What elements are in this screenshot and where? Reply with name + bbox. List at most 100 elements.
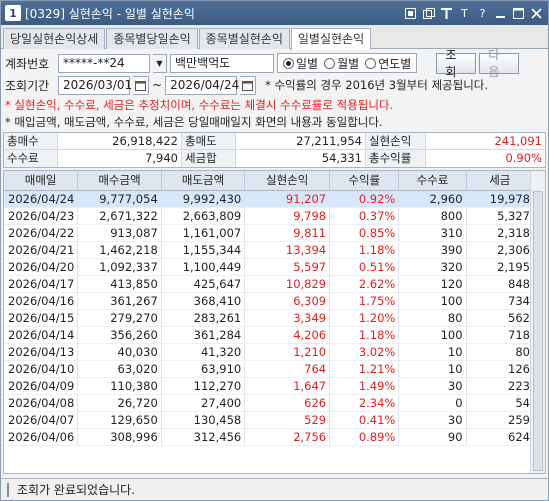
cell-tax: 624 [466, 428, 535, 446]
realized-label: 실현손익 [366, 133, 426, 149]
col-trade-date[interactable]: 매매일 [4, 171, 79, 191]
cell-buy: 413,850 [77, 275, 162, 293]
radio-yearly[interactable]: 연도별 [365, 55, 411, 72]
col-fee[interactable]: 수수료 [398, 171, 467, 191]
tab-daily-detail[interactable]: 당일실현손익상세 [3, 28, 106, 49]
cell-return: 3.02% [329, 343, 400, 361]
cell-return: 0.51% [329, 258, 400, 276]
cell-date: 2026/04/07 [4, 411, 79, 429]
note-row-1: * 실현손익, 수수료, 세금은 추정치이며, 수수료는 체결시 수수료률로 적… [1, 96, 548, 113]
table-row[interactable]: 2026/04/07 129,650 130,458 529 0.41% 30 259 [4, 411, 535, 429]
note-row-2: * 매입금액, 매도금액, 수수료, 세금은 당일매매일지 화면의 내용과 동일… [1, 113, 548, 130]
account-input[interactable]: *****-**24 [58, 53, 150, 73]
tab-stock-daily[interactable]: 종목별당일손익 [106, 28, 198, 49]
cell-realized: 1,210 [244, 343, 331, 361]
col-tax[interactable]: 세금 [466, 171, 535, 191]
cell-date: 2026/04/08 [4, 394, 79, 412]
cell-realized: 9,811 [244, 224, 331, 242]
table-row[interactable]: 2026/04/10 63,020 63,910 764 1.21% 10 126 [4, 360, 535, 378]
date-separator: ~ [152, 78, 163, 92]
close-icon[interactable] [529, 6, 544, 21]
help-icon[interactable]: ? [475, 6, 490, 21]
cell-tax: 19,978 [466, 190, 535, 208]
cell-sell: 130,458 [161, 411, 246, 429]
vertical-scrollbar[interactable] [530, 171, 545, 473]
minimize-icon[interactable] [493, 6, 508, 21]
table-row[interactable]: 2026/04/23 2,671,322 2,663,809 9,798 0.37% 80… [4, 207, 535, 225]
col-return[interactable]: 수익률 [329, 171, 400, 191]
cell-realized: 5,597 [244, 258, 331, 276]
cell-fee: 100 [398, 326, 467, 344]
cell-realized: 1,647 [244, 377, 331, 395]
cell-return: 1.18% [329, 241, 400, 259]
account-row: 계좌번호 *****-**24 ▼ 백만백억도 일별 월별 연도별 조회 다음 [1, 48, 548, 79]
cell-sell: 27,400 [161, 394, 246, 412]
cell-buy: 9,777,054 [77, 190, 162, 208]
scrollbar-thumb[interactable] [533, 191, 543, 471]
table-row[interactable]: 2026/04/17 413,850 425,647 10,829 2.62% 120 84… [4, 275, 535, 293]
table-row[interactable]: 2026/04/20 1,092,337 1,100,449 5,597 0.51% 32… [4, 258, 535, 276]
table-row[interactable]: 2026/04/09 110,380 112,270 1,647 1.49% 30 223 [4, 377, 535, 395]
cell-buy: 308,996 [77, 428, 162, 446]
table-row[interactable]: 2026/04/15 279,270 283,261 3,349 1.20% 80 562 [4, 309, 535, 327]
cell-date: 2026/04/17 [4, 275, 79, 293]
table-row[interactable]: 2026/04/13 40,030 41,320 1,210 3.02% 10 80 [4, 343, 535, 361]
col-realized[interactable]: 실현손익 [244, 171, 331, 191]
radio-monthly[interactable]: 월별 [324, 55, 359, 72]
table-row[interactable]: 2026/04/14 356,260 361,284 4,206 1.18% 100 718 [4, 326, 535, 344]
daily-realized-table[interactable]: 매매일 매수금액 매도금액 실현손익 수익률 수수료 세금 2026/04/24… [3, 170, 546, 474]
table-row[interactable]: 2026/04/16 361,267 368,410 6,309 1.75% 100 734 [4, 292, 535, 310]
table-row[interactable]: 2026/04/24 9,777,054 9,992,430 91,207 0.92% 2… [4, 190, 535, 208]
title-bar[interactable]: 1 [0329] 실현손익 - 일별 실현손익 T ? [1, 1, 548, 25]
cell-tax: 562 [466, 309, 535, 327]
copy-icon[interactable] [421, 6, 436, 21]
cell-realized: 2,756 [244, 428, 331, 446]
cell-return: 0.92% [329, 190, 400, 208]
status-bar: 조회가 완료되었습니다. [1, 478, 548, 500]
account-dropdown-icon[interactable]: ▼ [153, 53, 167, 73]
cell-realized: 13,394 [244, 241, 331, 259]
cell-sell: 1,155,344 [161, 241, 246, 259]
cell-tax: 734 [466, 292, 535, 310]
calendar-icon[interactable] [133, 75, 149, 95]
tab-daily-realized[interactable]: 일별실현손익 [290, 28, 372, 50]
cell-tax: 80 [466, 343, 535, 361]
query-button[interactable]: 조회 [436, 48, 477, 79]
pin-icon[interactable] [439, 6, 454, 21]
cell-fee: 100 [398, 292, 467, 310]
cell-sell: 368,410 [161, 292, 246, 310]
cell-sell: 312,456 [161, 428, 246, 446]
calendar-icon[interactable] [240, 75, 257, 95]
period-type-radio-group: 일별 월별 연도별 [277, 53, 418, 73]
cell-buy: 356,260 [77, 326, 162, 344]
table-row[interactable]: 2026/04/06 308,996 312,456 2,756 0.89% 90 624 [4, 428, 535, 446]
cell-buy: 1,462,218 [77, 241, 162, 259]
restore-icon[interactable] [403, 6, 418, 21]
cell-fee: 80 [398, 309, 467, 327]
table-row[interactable]: 2026/04/21 1,462,218 1,155,344 13,394 1.18% 3… [4, 241, 535, 259]
table-row[interactable]: 2026/04/22 913,087 1,161,007 9,811 0.85% 310 2… [4, 224, 535, 242]
cell-return: 1.18% [329, 326, 400, 344]
col-sell-amount[interactable]: 매도금액 [161, 171, 246, 191]
cell-sell: 361,284 [161, 326, 246, 344]
total-buy-label: 총매수 [4, 133, 58, 149]
date-from-input[interactable]: 2026/03/01 [58, 75, 132, 95]
font-icon[interactable]: T [457, 6, 472, 21]
radio-daily[interactable]: 일별 [283, 55, 318, 72]
cell-date: 2026/04/06 [4, 428, 79, 446]
cell-sell: 112,270 [161, 377, 246, 395]
table-row[interactable]: 2026/04/08 26,720 27,400 626 2.34% 0 54 [4, 394, 535, 412]
return-value: 0.90% [426, 150, 545, 167]
next-button[interactable]: 다음 [479, 48, 520, 79]
tax-label: 세금합 [182, 150, 236, 167]
cell-buy: 2,671,322 [77, 207, 162, 225]
cell-realized: 3,349 [244, 309, 331, 327]
cell-fee: 90 [398, 428, 467, 446]
tab-stock-realized[interactable]: 종목별실현손익 [198, 28, 290, 49]
col-buy-amount[interactable]: 매수금액 [77, 171, 162, 191]
cell-realized: 10,829 [244, 275, 331, 293]
cell-buy: 26,720 [77, 394, 162, 412]
cell-tax: 126 [466, 360, 535, 378]
date-to-input[interactable]: 2026/04/24 [165, 75, 239, 95]
maximize-icon[interactable] [511, 6, 526, 21]
